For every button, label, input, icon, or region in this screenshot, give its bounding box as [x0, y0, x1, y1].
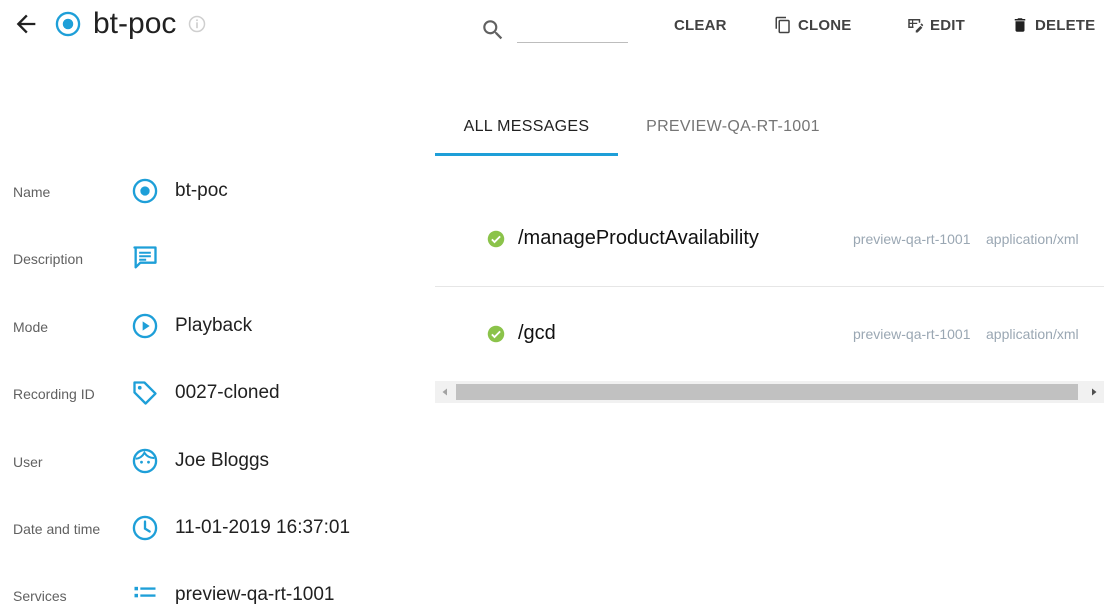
copy-icon: [775, 16, 790, 34]
edit-button-label: EDIT: [930, 16, 965, 34]
detail-label-mode: Mode: [13, 319, 49, 335]
detail-label-services: Services: [13, 588, 67, 604]
detail-label-recording-id: Recording ID: [13, 386, 95, 402]
horizontal-scrollbar[interactable]: [435, 381, 1104, 403]
detail-value-mode: Playback: [175, 315, 253, 336]
clock-icon: [132, 515, 158, 541]
clone-button-label: CLONE: [798, 16, 852, 34]
tag-icon: [133, 381, 157, 405]
search-input[interactable]: [517, 16, 628, 43]
message-content-type: application/xml: [986, 231, 1079, 247]
tab-all-messages[interactable]: ALL MESSAGES: [435, 100, 618, 153]
detail-label-name: Name: [13, 184, 51, 200]
detail-row-services: Services preview-qa-rt-1001: [0, 576, 420, 616]
active-tab-indicator: [435, 153, 618, 156]
tab-preview-qa-rt-1001[interactable]: PREVIEW-QA-RT-1001: [633, 100, 833, 153]
scroll-right-arrow-icon[interactable]: [1084, 381, 1104, 403]
delete-button[interactable]: DELETE: [1011, 10, 1095, 40]
message-row[interactable]: /gcd preview-qa-rt-1001 application/xml: [435, 287, 1104, 382]
scroll-left-arrow-icon[interactable]: [435, 381, 455, 403]
face-icon: [132, 448, 158, 474]
recording-icon: [55, 11, 81, 37]
recording-icon: [132, 178, 158, 204]
edit-button[interactable]: EDIT: [906, 10, 965, 40]
detail-label-description: Description: [13, 251, 84, 267]
message-path: /gcd: [518, 322, 556, 344]
back-arrow-icon[interactable]: [12, 10, 40, 38]
page-title: bt-poc: [93, 7, 177, 40]
detail-label-date-time: Date and time: [13, 521, 101, 537]
detail-row-recording-id: Recording ID 0027-cloned: [0, 374, 420, 414]
message-service: preview-qa-rt-1001: [853, 231, 971, 247]
message-row[interactable]: /manageProductAvailability preview-qa-rt…: [435, 192, 1104, 287]
detail-row-user: User Joe Bloggs: [0, 442, 420, 482]
clear-button-label: CLEAR: [674, 16, 727, 34]
detail-value-date-time: 11-01-2019 16:37:01: [175, 517, 351, 538]
delete-button-label: DELETE: [1035, 16, 1096, 34]
comment-icon: [133, 246, 157, 269]
detail-row-description: Description: [0, 239, 420, 279]
list-icon: [134, 586, 156, 598]
trash-icon: [1014, 18, 1026, 32]
info-icon[interactable]: [187, 14, 207, 34]
check-circle-icon: [487, 230, 505, 248]
top-bar: bt-poc CLEAR CLONE EDIT DELETE: [0, 0, 1109, 56]
search-icon[interactable]: [480, 17, 506, 43]
check-circle-icon: [487, 325, 505, 343]
play-circle-icon: [132, 313, 158, 339]
clear-button[interactable]: CLEAR: [674, 10, 727, 40]
detail-value-user: Joe Bloggs: [175, 450, 270, 471]
message-path: /manageProductAvailability: [518, 227, 759, 249]
detail-value-recording-id: 0027-cloned: [175, 382, 280, 403]
clone-button[interactable]: CLONE: [774, 10, 852, 40]
detail-label-user: User: [13, 454, 43, 470]
message-service: preview-qa-rt-1001: [853, 326, 971, 342]
detail-row-name: Name bt-poc: [0, 172, 420, 212]
detail-row-date-time: Date and time 11-01-2019 16:37:01: [0, 509, 420, 549]
detail-value-name: bt-poc: [175, 180, 228, 201]
scrollbar-thumb[interactable]: [456, 384, 1078, 400]
detail-row-mode: Mode Playback: [0, 307, 420, 347]
edit-table-icon: [908, 19, 924, 33]
message-content-type: application/xml: [986, 326, 1079, 342]
detail-value-services: preview-qa-rt-1001: [175, 584, 335, 605]
